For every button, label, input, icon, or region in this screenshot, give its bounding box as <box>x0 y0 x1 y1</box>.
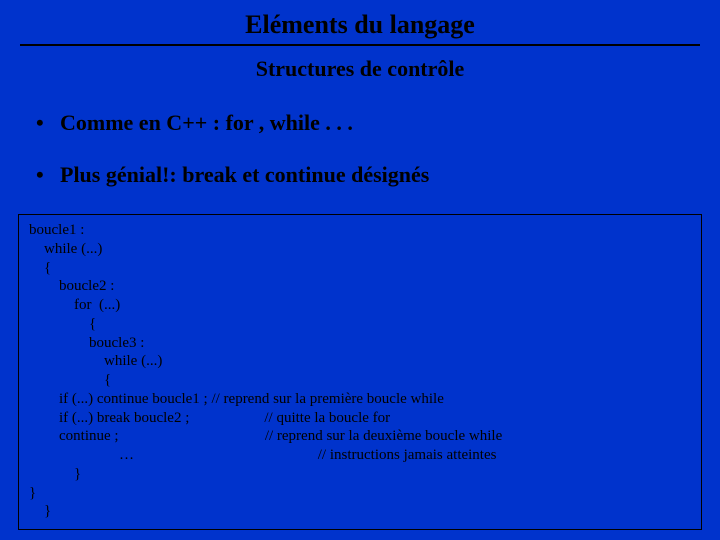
code-block: boucle1 : while (...) { boucle2 : for (.… <box>18 214 702 530</box>
slide: Eléments du langage Structures de contrô… <box>0 0 720 540</box>
bullet-list: Comme en C++ : for , while . . . Plus gé… <box>36 110 720 188</box>
title-block: Eléments du langage <box>0 0 720 46</box>
slide-title: Eléments du langage <box>241 10 479 42</box>
title-underline <box>20 44 700 46</box>
bullet-item: Plus génial!: break et continue désignés <box>36 162 720 188</box>
slide-subtitle: Structures de contrôle <box>0 56 720 82</box>
bullet-item: Comme en C++ : for , while . . . <box>36 110 720 136</box>
